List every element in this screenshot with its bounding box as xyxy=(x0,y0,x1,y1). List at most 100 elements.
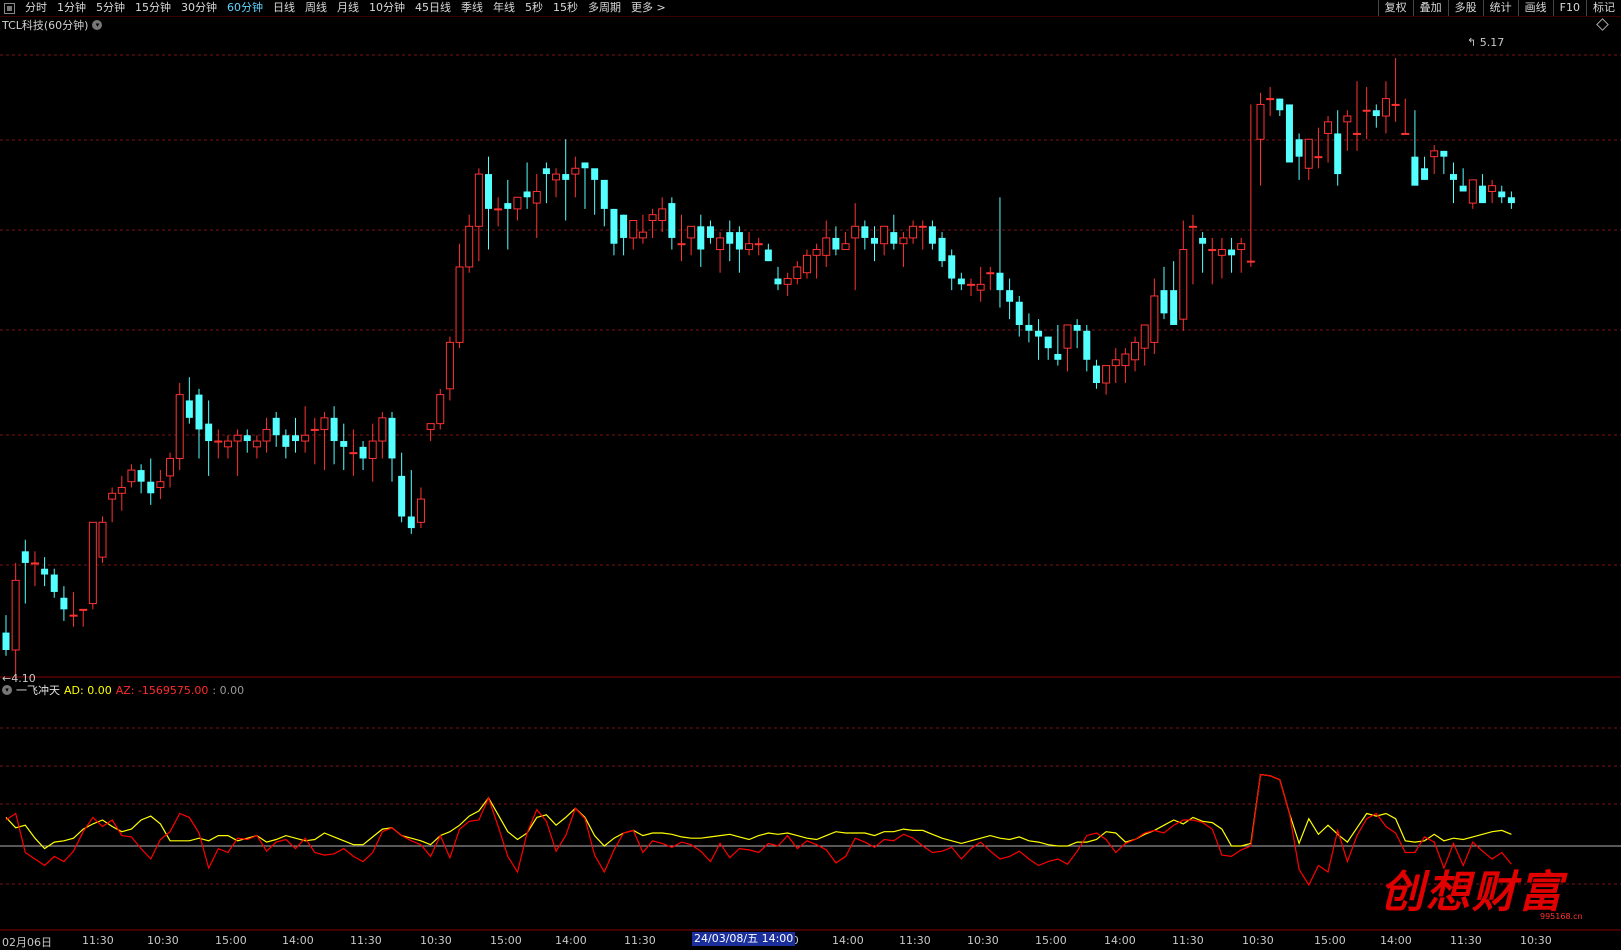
candle-body-up xyxy=(166,457,175,477)
toolbar-button[interactable]: 标记 xyxy=(1586,0,1621,16)
candlestick-chart[interactable] xyxy=(0,0,1621,949)
candle-body-up xyxy=(98,521,107,558)
candle-body-down xyxy=(542,168,550,175)
candle-body-down xyxy=(697,226,705,250)
tab-period[interactable]: 5秒 xyxy=(520,1,548,15)
candle-body-up xyxy=(156,481,165,488)
candle-body-up xyxy=(745,243,754,251)
candle-body-down xyxy=(890,232,898,244)
toolbar-button[interactable]: 统计 xyxy=(1482,0,1518,16)
candle-body-down xyxy=(292,435,299,442)
candle-body-up xyxy=(909,225,918,239)
time-axis-label: 14:00 xyxy=(282,934,314,947)
candle-body-down xyxy=(1083,330,1091,360)
candle-body-up xyxy=(1188,225,1197,228)
candle-body-down xyxy=(398,475,406,517)
tab-period[interactable]: 更多 > xyxy=(626,1,671,15)
toolbar-button[interactable]: F10 xyxy=(1552,0,1586,16)
toolbar-button[interactable]: 画线 xyxy=(1517,0,1553,16)
watermark-logo: 创想财富 xyxy=(1380,867,1564,918)
candle-body-up xyxy=(1324,121,1333,134)
candle-body-up xyxy=(880,225,889,245)
panel-toggle-icon[interactable] xyxy=(4,2,15,14)
az-series-line xyxy=(5,773,1512,887)
candle-body-down xyxy=(996,272,1004,291)
candle-body-up xyxy=(349,452,358,455)
candle-body-up xyxy=(638,231,647,239)
ad-series-line xyxy=(5,773,1512,850)
candle-body-down xyxy=(832,237,840,250)
candle-body-up xyxy=(79,608,88,611)
candle-body-up xyxy=(1111,359,1120,367)
candle-body-up xyxy=(69,614,78,617)
tab-period[interactable]: 季线 xyxy=(456,1,488,15)
candle-body-up xyxy=(465,225,474,268)
toolbar-button[interactable]: 多股 xyxy=(1447,0,1483,16)
candle-body-up xyxy=(1208,249,1217,252)
tab-period[interactable]: 45日线 xyxy=(410,1,456,15)
candle-body-down xyxy=(1507,197,1515,204)
candle-body-down xyxy=(668,203,676,238)
toolbar-button[interactable]: 叠加 xyxy=(1412,0,1448,16)
time-axis-label: 15:00 xyxy=(1314,934,1346,947)
candle-body-down xyxy=(1440,150,1448,157)
candle-body-up xyxy=(571,167,580,175)
tab-period[interactable]: 10分钟 xyxy=(364,1,410,15)
tab-period[interactable]: 15秒 xyxy=(548,1,583,15)
extra-value: : 0.00 xyxy=(212,683,245,697)
time-axis-label: 10:30 xyxy=(1242,934,1274,947)
time-axis-label: 02月06日 xyxy=(2,936,52,949)
candle-body-up xyxy=(629,220,638,239)
candle-body-up xyxy=(793,266,802,280)
toolbar-button[interactable]: 复权 xyxy=(1377,0,1413,16)
candle-body-up xyxy=(1150,295,1159,343)
crosshair-date-flag: 24/03/08/五 14:00 xyxy=(692,932,796,946)
candle-body-down xyxy=(1459,185,1467,192)
candle-body-up xyxy=(677,243,686,246)
candle-body-up xyxy=(1063,324,1072,349)
diamond-icon[interactable] xyxy=(1596,18,1609,31)
chevron-down-icon[interactable]: ▾ xyxy=(2,685,12,695)
candle-body-up xyxy=(1381,98,1390,117)
az-value: AZ: -1569575.00 xyxy=(115,683,209,697)
candle-body-up xyxy=(1488,185,1497,192)
candle-body-down xyxy=(407,516,415,529)
tab-period[interactable]: 15分钟 xyxy=(130,1,176,15)
candle-body-down xyxy=(620,214,628,238)
candle-body-down xyxy=(600,179,608,209)
candle-body-up xyxy=(976,283,985,291)
candle-body-down xyxy=(948,255,956,279)
tab-period[interactable]: 日线 xyxy=(268,1,300,15)
candle-body-up xyxy=(1430,150,1439,158)
candle-body-up xyxy=(986,272,995,275)
tab-period[interactable]: 月线 xyxy=(332,1,364,15)
candle-body-down xyxy=(1170,290,1178,325)
candle-body-down xyxy=(1498,191,1506,198)
tab-period[interactable]: 周线 xyxy=(300,1,332,15)
candle-body-down xyxy=(504,203,512,209)
candle-body-up xyxy=(436,394,445,425)
candle-body-down xyxy=(340,441,348,447)
candle-body-up xyxy=(378,417,387,442)
candle-body-down xyxy=(706,226,714,238)
tab-period[interactable]: 分时 xyxy=(20,1,52,15)
candle-body-down xyxy=(359,446,367,459)
candle-body-down xyxy=(1478,185,1486,204)
candle-body-down xyxy=(1054,353,1062,360)
candle-body-down xyxy=(205,423,213,442)
candle-body-down xyxy=(1372,110,1380,117)
candle-body-down xyxy=(282,435,290,447)
candle-body-down xyxy=(50,574,58,592)
chevron-down-icon[interactable]: ▾ xyxy=(92,20,103,30)
candle-body-up xyxy=(967,283,975,286)
tab-period[interactable]: 30分钟 xyxy=(176,1,222,15)
time-axis-label: 14:00 xyxy=(832,934,864,947)
tab-period[interactable]: 1分钟 xyxy=(52,1,91,15)
candle-body-down xyxy=(272,417,280,436)
candle-body-down xyxy=(1228,249,1236,256)
tab-period[interactable]: 5分钟 xyxy=(91,1,130,15)
tab-period[interactable]: 多周期 xyxy=(583,1,626,15)
tab-period[interactable]: 年线 xyxy=(488,1,520,15)
tab-period[interactable]: 60分钟 xyxy=(222,1,268,15)
time-axis-label: 14:00 xyxy=(1380,934,1412,947)
